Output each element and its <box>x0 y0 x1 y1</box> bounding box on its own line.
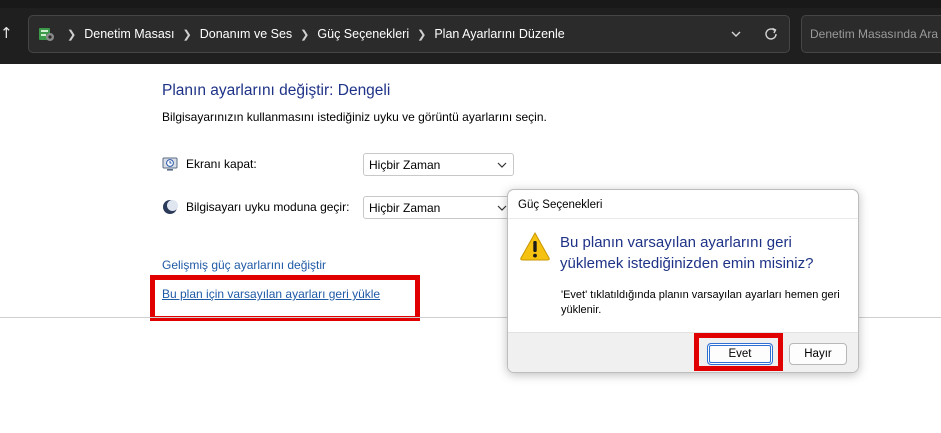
highlight-box-restore-link <box>150 275 420 321</box>
breadcrumb-control-panel[interactable]: Denetim Masası <box>84 27 174 41</box>
up-arrow-icon[interactable]: ↑ <box>0 22 14 44</box>
breadcrumb-edit-plan[interactable]: Plan Ayarlarını Düzenle <box>434 27 564 41</box>
breadcrumb-separator: ❯ <box>300 28 310 41</box>
highlight-box-yes-button <box>694 333 783 371</box>
dialog-title: Güç Seçenekleri <box>518 199 603 211</box>
page-title: Planın ayarlarını değiştir: Dengeli <box>162 82 391 99</box>
page-subtitle: Bilgisayarınızın kullanmasını istediğini… <box>162 110 547 124</box>
display-off-value: Hiçbir Zaman <box>369 158 441 172</box>
chevron-down-icon <box>497 205 507 211</box>
search-placeholder: Denetim Masasında Ara <box>810 27 939 41</box>
breadcrumb-separator: ❯ <box>182 28 192 41</box>
no-button[interactable]: Hayır <box>789 343 847 365</box>
address-toolbar: ↑ ❯ Denetim Masası ❯ Donanım ve Ses ❯ Gü… <box>0 0 941 64</box>
confirm-dialog: Güç Seçenekleri Bu planın varsayılan aya… <box>507 189 859 373</box>
display-off-select[interactable]: Hiçbir Zaman <box>363 153 514 176</box>
refresh-icon[interactable] <box>763 26 779 42</box>
dialog-footer: Evet Hayır <box>508 332 858 372</box>
breadcrumb-separator: ❯ <box>67 28 77 41</box>
sleep-label: Bilgisayarı uyku moduna geçir: <box>186 200 350 214</box>
breadcrumb-power-options[interactable]: Güç Seçenekleri <box>317 27 409 41</box>
breadcrumb: ❯ Denetim Masası ❯ Donanım ve Ses ❯ Güç … <box>67 16 565 52</box>
control-panel-icon <box>39 28 54 41</box>
breadcrumb-hardware-sound[interactable]: Donanım ve Ses <box>200 27 292 41</box>
chevron-down-icon[interactable] <box>729 27 743 41</box>
dialog-question: Bu planın varsayılan ayarlarını geri yük… <box>560 234 814 272</box>
moon-icon <box>163 200 178 214</box>
chevron-down-icon <box>497 162 507 168</box>
advanced-settings-link[interactable]: Gelişmiş güç ayarlarını değiştir <box>162 258 326 272</box>
dialog-title-divider <box>508 218 858 219</box>
breadcrumb-separator: ❯ <box>417 28 427 41</box>
warning-icon <box>520 231 550 261</box>
search-input[interactable]: Denetim Masasında Ara <box>801 15 941 53</box>
display-off-label: Ekranı kapat: <box>186 157 257 171</box>
sleep-select[interactable]: Hiçbir Zaman <box>363 196 514 219</box>
display-timer-icon <box>162 157 178 171</box>
address-bar[interactable]: ❯ Denetim Masası ❯ Donanım ve Ses ❯ Güç … <box>28 15 790 53</box>
dialog-detail: 'Evet' tıklatıldığında planın varsayılan… <box>561 289 840 316</box>
title-strip <box>0 0 941 8</box>
sleep-value: Hiçbir Zaman <box>369 201 441 215</box>
